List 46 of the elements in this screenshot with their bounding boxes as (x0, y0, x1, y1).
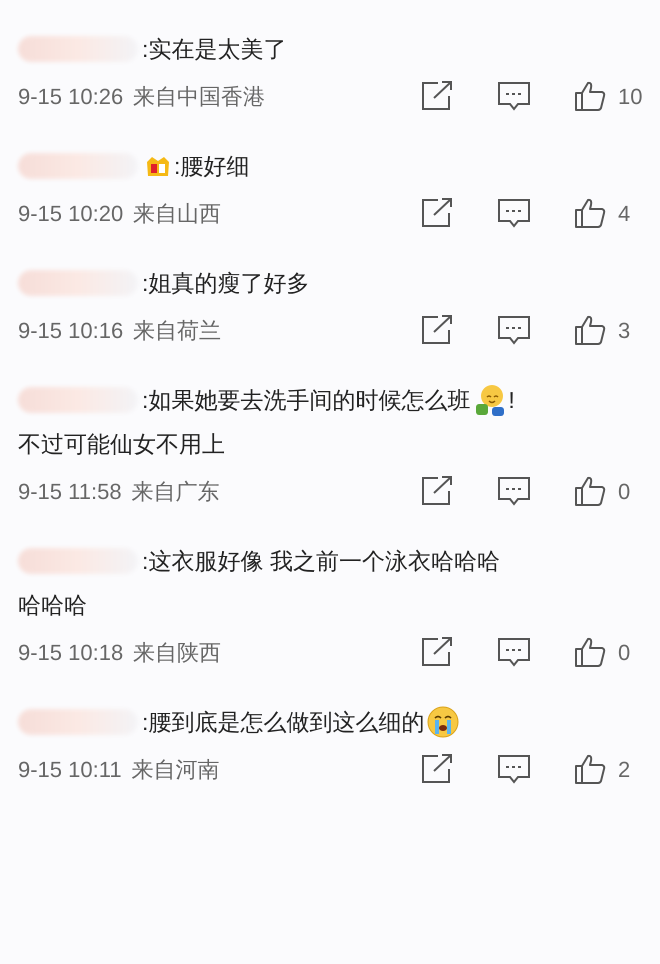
share-icon[interactable] (420, 80, 454, 112)
comment-time: 9-15 10:16 (18, 316, 124, 344)
comment-time: 9-15 10:18 (18, 638, 124, 666)
comment-icon[interactable] (497, 314, 531, 346)
thumbs-up-icon[interactable] (574, 753, 606, 785)
comment-location: 来自山西 (133, 200, 222, 228)
like-count: 4 (618, 200, 630, 228)
thumbs-up-icon[interactable] (574, 197, 606, 229)
like-count: 10 (618, 82, 642, 110)
comment-text: ! (508, 386, 515, 415)
comment-text: :姐真的瘦了好多 (142, 268, 310, 298)
thumbs-up-icon[interactable] (574, 80, 606, 112)
comment-text: 哈哈哈 (18, 590, 87, 620)
thumbs-up-icon[interactable] (574, 475, 606, 507)
comment-location: 来自广东 (132, 478, 220, 506)
comment-location: 来自河南 (132, 756, 220, 784)
comment-text: 不过可能仙女不用上 (18, 430, 225, 459)
comment-icon[interactable] (497, 197, 531, 229)
comment-text: :这衣服好像 我之前一个泳衣哈哈哈 (142, 546, 500, 576)
comment-text: :实在是太美了 (142, 34, 286, 64)
comment-location: 来自中国香港 (133, 82, 266, 110)
like-count: 0 (618, 478, 630, 506)
comment-text: :腰到底是怎么做到这么细的 (142, 708, 424, 737)
thumbs-up-icon[interactable] (574, 636, 606, 668)
comment-icon[interactable] (497, 753, 531, 785)
share-icon[interactable] (420, 475, 454, 507)
like-count: 3 (618, 316, 630, 344)
comment-text: :腰好细 (174, 152, 250, 181)
share-icon[interactable] (420, 753, 454, 785)
comment-icon[interactable] (497, 636, 531, 668)
comment-icon[interactable] (497, 80, 531, 112)
crying-emoji-icon (426, 705, 460, 739)
comment-location: 来自陕西 (133, 638, 222, 666)
share-icon[interactable] (420, 197, 454, 229)
thumbs-up-icon[interactable] (574, 314, 606, 346)
comment-time: 9-15 10:11 (18, 756, 122, 784)
comment-location: 来自荷兰 (133, 316, 222, 344)
comment-time: 9-15 10:20 (18, 200, 124, 228)
like-count: 0 (618, 638, 630, 666)
like-count: 2 (618, 756, 630, 784)
comment-text: :如果她要去洗手间的时候怎么班 (142, 386, 470, 415)
comment-icon[interactable] (497, 475, 531, 507)
share-icon[interactable] (420, 314, 454, 346)
share-icon[interactable] (420, 636, 454, 668)
comment-time: 9-15 10:26 (18, 82, 124, 110)
comment-time: 9-15 11:58 (18, 478, 122, 506)
